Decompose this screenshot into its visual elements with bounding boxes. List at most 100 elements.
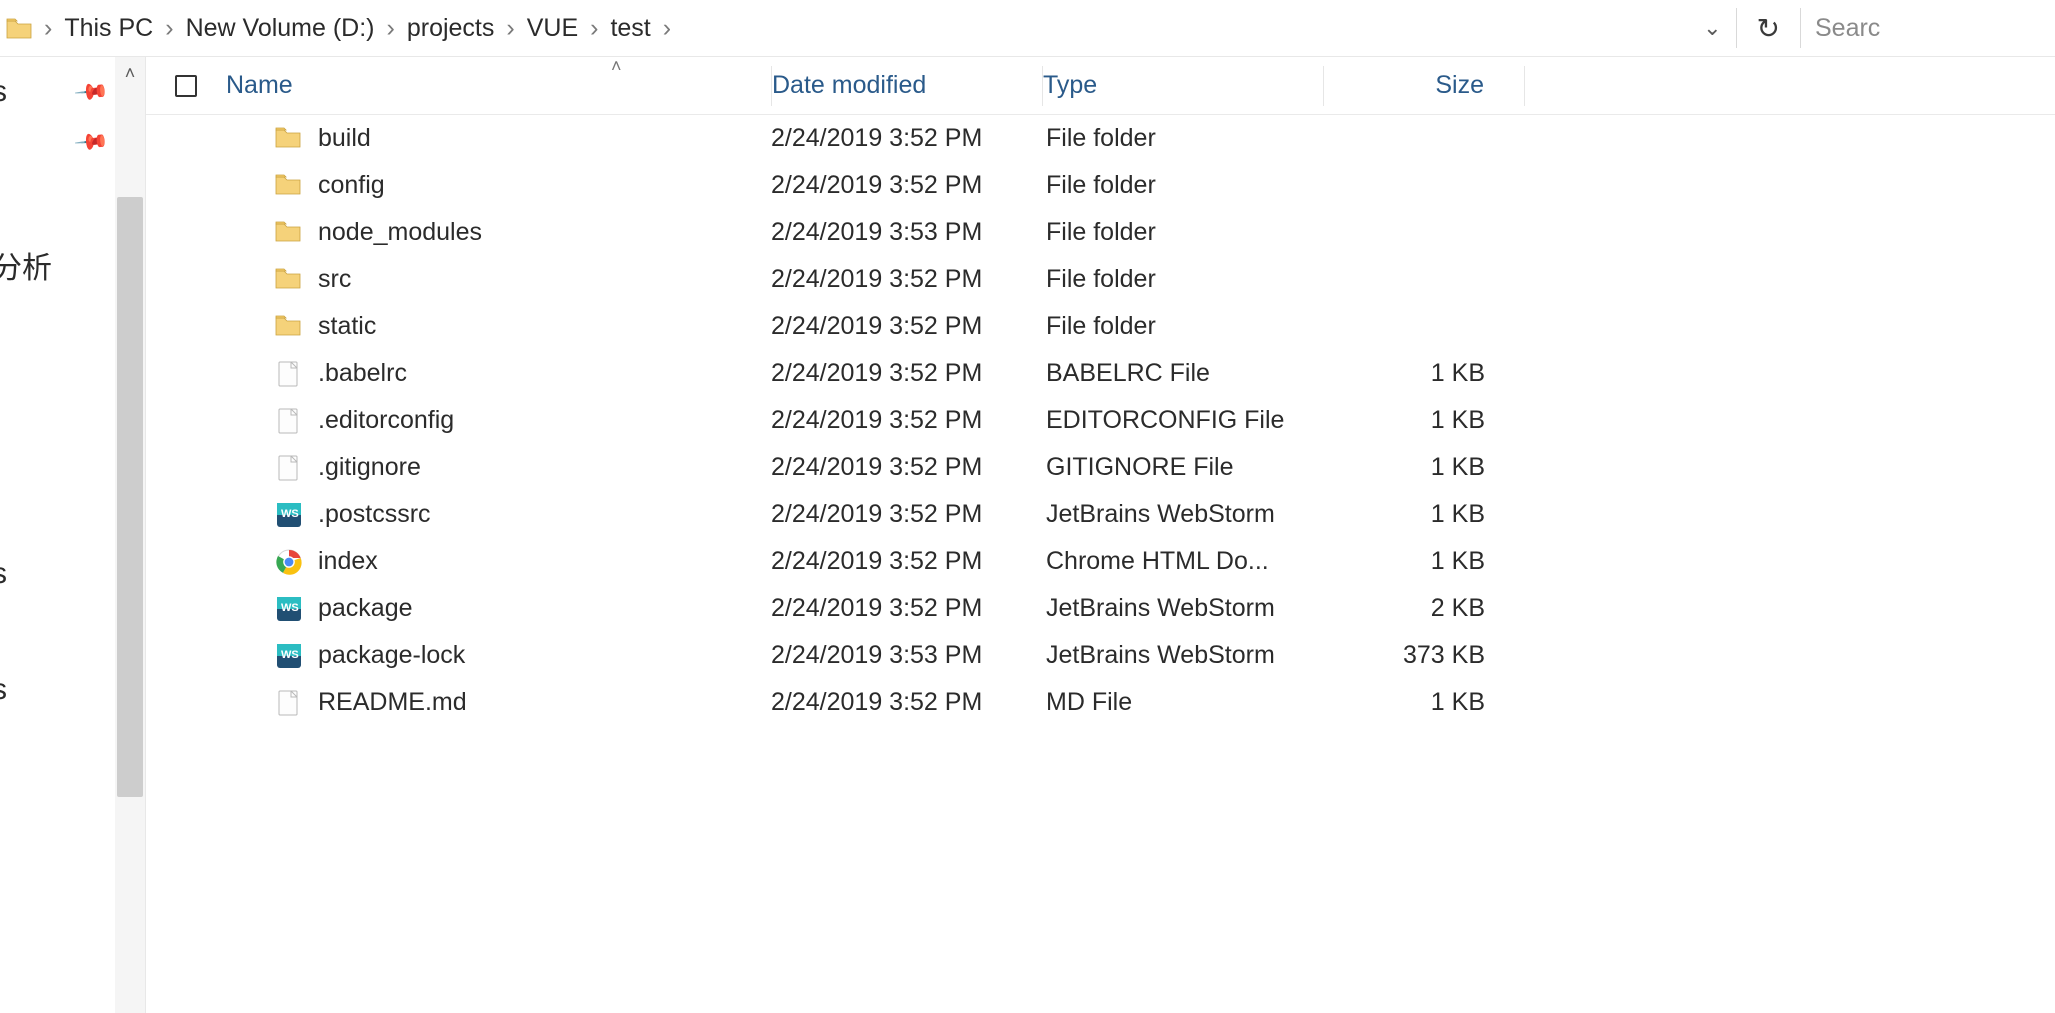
- file-size: 1 KB: [1326, 406, 1521, 435]
- file-type: File folder: [1046, 218, 1326, 247]
- file-type: File folder: [1046, 312, 1326, 341]
- file-type: JetBrains WebStorm: [1046, 594, 1326, 623]
- chevron-right-icon[interactable]: ›: [163, 14, 175, 43]
- chevron-right-icon[interactable]: ›: [42, 14, 54, 43]
- file-row[interactable]: README.md 2/24/2019 3:52 PMMD File1 KB: [146, 679, 2055, 726]
- file-row[interactable]: .babelrc2/24/2019 3:52 PMBABELRC File1 K…: [146, 350, 2055, 397]
- file-row[interactable]: package-lock2/24/2019 3:53 PMJetBrains W…: [146, 632, 2055, 679]
- chevron-right-icon[interactable]: ›: [504, 14, 516, 43]
- file-type: Chrome HTML Do...: [1046, 547, 1326, 576]
- file-type: File folder: [1046, 124, 1326, 153]
- file-date: 2/24/2019 3:52 PM: [771, 312, 1046, 341]
- file-type: BABELRC File: [1046, 359, 1326, 388]
- pin-icon[interactable]: 📌: [72, 73, 110, 111]
- chrome-icon: [274, 547, 304, 577]
- file-date: 2/24/2019 3:53 PM: [771, 641, 1046, 670]
- file-row[interactable]: node_modules 2/24/2019 3:53 PMFile folder: [146, 209, 2055, 256]
- sidebar-item-label[interactable]: s: [0, 75, 7, 109]
- file-type: EDITORCONFIG File: [1046, 406, 1326, 435]
- file-name: config: [318, 171, 385, 200]
- divider: [1736, 8, 1737, 48]
- nav-sidebar: s 📌 📌 分析 s s ˄: [0, 57, 146, 1013]
- column-headers: ˄ Name Date modified Type Size: [146, 57, 2055, 115]
- file-size: 1 KB: [1326, 359, 1521, 388]
- file-date: 2/24/2019 3:52 PM: [771, 124, 1046, 153]
- file-type: MD File: [1046, 688, 1326, 717]
- address-bar: › This PC › New Volume (D:) › projects ›…: [0, 0, 2055, 56]
- file-list: build2/24/2019 3:52 PMFile folderconfig2…: [146, 115, 2055, 1013]
- file-type: JetBrains WebStorm: [1046, 641, 1326, 670]
- file-type: File folder: [1046, 265, 1326, 294]
- file-row[interactable]: index2/24/2019 3:52 PMChrome HTML Do...1…: [146, 538, 2055, 585]
- file-row[interactable]: .editorconfig 2/24/2019 3:52 PMEDITORCONF…: [146, 397, 2055, 444]
- column-header-date[interactable]: Date modified: [772, 71, 1042, 100]
- search-input[interactable]: Searc: [1805, 10, 2055, 47]
- file-name: .babelrc: [318, 359, 407, 388]
- folder-icon: [4, 13, 34, 43]
- file-icon: [274, 359, 304, 389]
- breadcrumb-item[interactable]: projects: [397, 10, 505, 47]
- breadcrumb-item[interactable]: VUE: [517, 10, 588, 47]
- scrollbar-thumb[interactable]: [117, 197, 143, 797]
- column-header-label: Name: [226, 71, 293, 100]
- file-icon: [274, 453, 304, 483]
- folder-icon: [274, 171, 304, 201]
- chevron-right-icon[interactable]: ›: [588, 14, 600, 43]
- chevron-up-icon[interactable]: ˄: [115, 63, 145, 84]
- chevron-down-icon[interactable]: ⌄: [1693, 15, 1731, 41]
- file-type: GITIGNORE File: [1046, 453, 1326, 482]
- file-name: src: [318, 265, 351, 294]
- file-name: package: [318, 594, 413, 623]
- divider: [1524, 66, 1525, 106]
- file-date: 2/24/2019 3:52 PM: [771, 265, 1046, 294]
- file-row[interactable]: config 2/24/2019 3:52 PMFile folder: [146, 162, 2055, 209]
- sidebar-scrollbar[interactable]: ˄: [115, 57, 145, 1013]
- file-name: .gitignore: [318, 453, 421, 482]
- file-icon: [274, 688, 304, 718]
- file-name: index: [318, 547, 378, 576]
- file-type: File folder: [1046, 171, 1326, 200]
- chevron-right-icon[interactable]: ›: [385, 14, 397, 43]
- ws-icon: [274, 641, 304, 671]
- file-size: 2 KB: [1326, 594, 1521, 623]
- file-date: 2/24/2019 3:52 PM: [771, 171, 1046, 200]
- file-name: .editorconfig: [318, 406, 454, 435]
- pin-icon[interactable]: 📌: [72, 123, 110, 161]
- file-date: 2/24/2019 3:52 PM: [771, 688, 1046, 717]
- breadcrumb-item[interactable]: This PC: [54, 10, 163, 47]
- chevron-right-icon[interactable]: ›: [661, 14, 673, 43]
- breadcrumb-item[interactable]: test: [600, 10, 660, 47]
- breadcrumb-item[interactable]: New Volume (D:): [176, 10, 385, 47]
- sidebar-item-label[interactable]: s: [0, 673, 7, 707]
- file-name: node_modules: [318, 218, 482, 247]
- file-date: 2/24/2019 3:53 PM: [771, 218, 1046, 247]
- file-row[interactable]: build 2/24/2019 3:52 PMFile folder: [146, 115, 2055, 162]
- folder-icon: [274, 124, 304, 154]
- file-date: 2/24/2019 3:52 PM: [771, 406, 1046, 435]
- sort-indicator-icon: ˄: [611, 56, 622, 77]
- file-row[interactable]: .gitignore 2/24/2019 3:52 PMGITIGNORE Fil…: [146, 444, 2055, 491]
- ws-icon: [274, 500, 304, 530]
- file-size: 1 KB: [1326, 500, 1521, 529]
- file-name: build: [318, 124, 371, 153]
- column-header-name[interactable]: Name: [226, 71, 771, 100]
- sidebar-item-label[interactable]: 分析: [0, 243, 52, 287]
- refresh-icon[interactable]: ↻: [1741, 12, 1796, 45]
- folder-icon: [274, 312, 304, 342]
- file-row[interactable]: src 2/24/2019 3:52 PMFile folder: [146, 256, 2055, 303]
- file-size: 1 KB: [1326, 688, 1521, 717]
- file-size: 1 KB: [1326, 453, 1521, 482]
- sidebar-item-label[interactable]: s: [0, 557, 7, 591]
- file-date: 2/24/2019 3:52 PM: [771, 453, 1046, 482]
- file-row[interactable]: static2/24/2019 3:52 PMFile folder: [146, 303, 2055, 350]
- file-name: README.md: [318, 688, 467, 717]
- header-select-all[interactable]: [146, 75, 226, 97]
- column-header-type[interactable]: Type: [1043, 71, 1323, 100]
- checkbox-icon[interactable]: [175, 75, 197, 97]
- file-date: 2/24/2019 3:52 PM: [771, 547, 1046, 576]
- file-row[interactable]: package2/24/2019 3:52 PMJetBrains WebSto…: [146, 585, 2055, 632]
- folder-icon: [274, 218, 304, 248]
- file-row[interactable]: .postcssrc2/24/2019 3:52 PMJetBrains Web…: [146, 491, 2055, 538]
- file-size: 373 KB: [1326, 641, 1521, 670]
- column-header-size[interactable]: Size: [1324, 71, 1524, 100]
